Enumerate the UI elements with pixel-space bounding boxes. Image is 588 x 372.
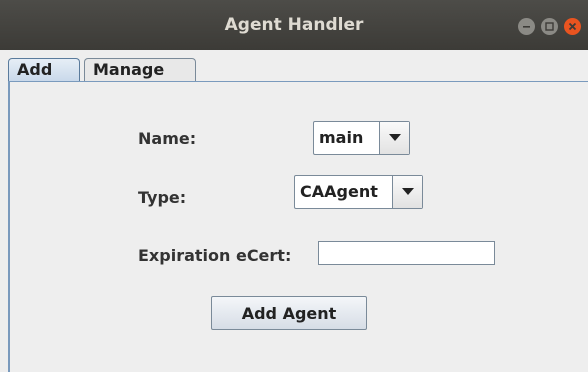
expiration-ecert-label: Expiration eCert: bbox=[138, 246, 292, 265]
window-content: Add Manage Name: main Type: CAAgent Expi… bbox=[0, 50, 588, 372]
type-combobox-arrow[interactable] bbox=[392, 176, 422, 208]
triangle-down-icon bbox=[402, 188, 414, 195]
title-bar: Agent Handler bbox=[0, 0, 588, 50]
maximize-icon bbox=[545, 22, 554, 31]
name-combobox[interactable]: main bbox=[313, 121, 410, 155]
tab-add[interactable]: Add bbox=[8, 58, 80, 82]
minimize-icon bbox=[523, 26, 530, 28]
type-label: Type: bbox=[138, 188, 187, 207]
tab-panel-border bbox=[8, 81, 588, 82]
tab-manage[interactable]: Manage bbox=[84, 58, 196, 82]
type-combobox[interactable]: CAAgent bbox=[294, 175, 423, 209]
window-title: Agent Handler bbox=[224, 15, 364, 35]
name-combobox-arrow[interactable] bbox=[379, 122, 409, 154]
close-icon bbox=[568, 22, 577, 31]
expiration-ecert-field[interactable] bbox=[318, 241, 495, 265]
add-agent-button[interactable]: Add Agent bbox=[211, 296, 367, 330]
name-combobox-value: main bbox=[319, 128, 364, 147]
name-label: Name: bbox=[138, 129, 197, 148]
maximize-button[interactable] bbox=[541, 18, 558, 35]
type-combobox-value: CAAgent bbox=[300, 182, 378, 201]
triangle-down-icon bbox=[389, 134, 401, 141]
panel-left-border bbox=[8, 81, 10, 372]
minimize-button[interactable] bbox=[518, 18, 535, 35]
tab-strip: Add Manage bbox=[8, 54, 588, 82]
close-button[interactable] bbox=[564, 18, 581, 35]
